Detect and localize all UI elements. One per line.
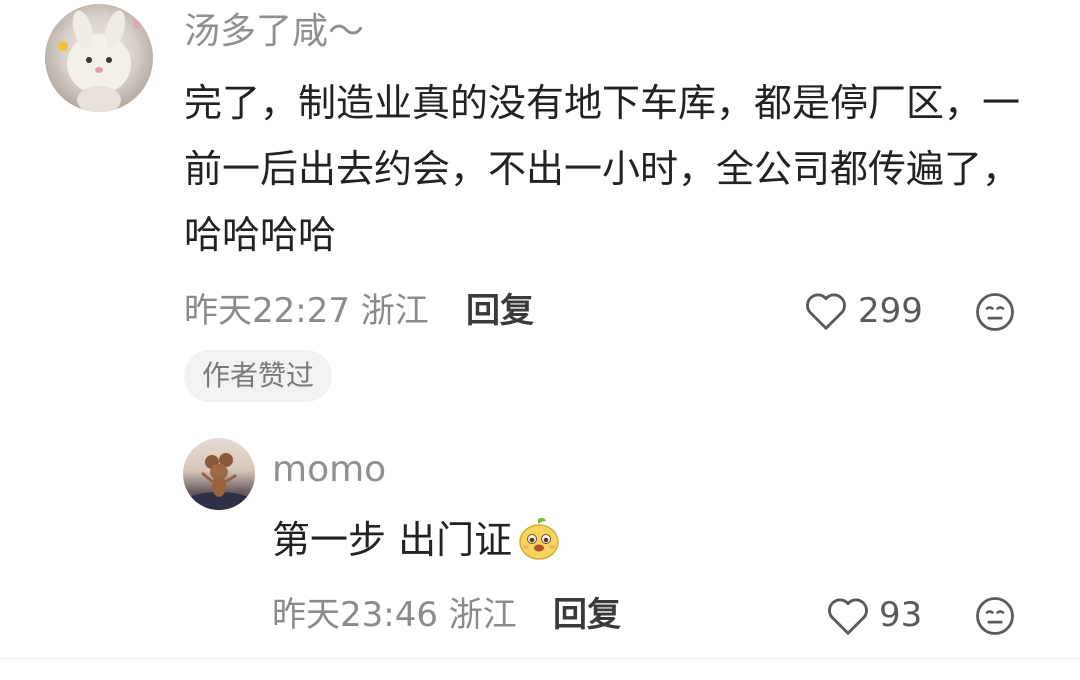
- author-liked-badge: 作者赞过: [184, 350, 333, 402]
- jerry-mouse-avatar-icon: [183, 453, 255, 510]
- reply-username[interactable]: momo: [272, 450, 386, 490]
- heart-outline-icon: [828, 598, 868, 635]
- reply-avatar[interactable]: [183, 438, 255, 510]
- reply-text: 第一步 出门证: [272, 518, 513, 562]
- avatar[interactable]: [45, 4, 153, 112]
- mango-face-emoji-icon: [516, 515, 562, 576]
- reaction-button[interactable]: [974, 291, 1016, 337]
- comment-text: 完了，制造业真的没有地下车库，都是停厂区，一前一后出去约会，不出一小时，全公司都…: [184, 81, 1021, 257]
- reply-timestamp-location: 昨天23:46 浙江: [272, 595, 517, 635]
- plush-bunny-avatar-icon: [58, 10, 141, 112]
- reply-button[interactable]: 回复: [466, 291, 534, 331]
- heart-outline-icon: [806, 293, 846, 330]
- reply-reply-button[interactable]: 回复: [553, 595, 621, 635]
- like-count: 299: [858, 291, 923, 331]
- neutral-face-icon: [976, 597, 1014, 635]
- reply-text-row: 第一步 出门证: [272, 512, 562, 576]
- like-button[interactable]: [804, 291, 848, 335]
- comment-username[interactable]: 汤多了咸～: [184, 12, 364, 52]
- comment-timestamp-location: 昨天22:27 浙江: [184, 291, 429, 331]
- reply-reaction-button[interactable]: [974, 595, 1016, 641]
- reply-like-count: 93: [879, 595, 923, 635]
- divider: [0, 658, 1080, 659]
- neutral-face-icon: [976, 293, 1014, 331]
- reply-like-button[interactable]: [826, 596, 870, 640]
